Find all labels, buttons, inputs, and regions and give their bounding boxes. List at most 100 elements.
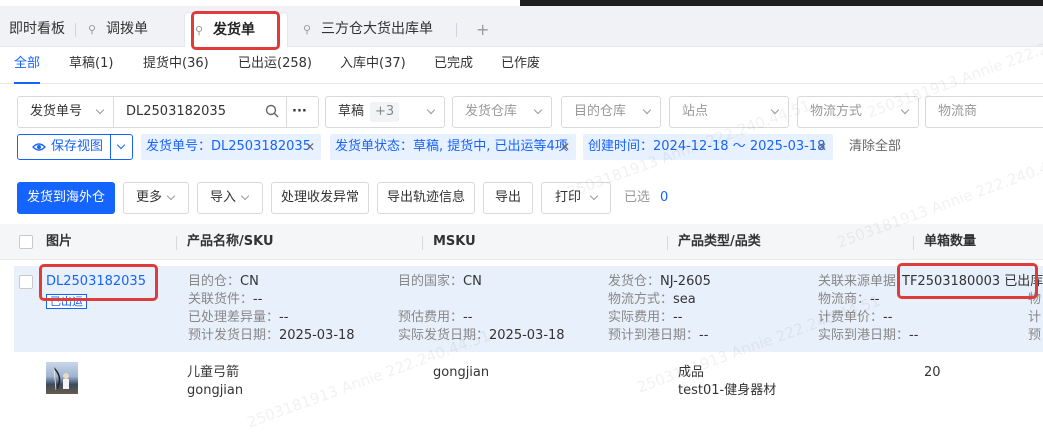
- status-tab-draft[interactable]: 草稿(1): [69, 48, 113, 84]
- product-msku: gongjian: [433, 365, 490, 380]
- chevron-down-icon[interactable]: [95, 105, 105, 115]
- chevron-down-icon: [589, 191, 599, 201]
- pin-icon[interactable]: ⚲: [88, 12, 102, 47]
- more-actions-button[interactable]: 更多: [123, 182, 189, 214]
- actual-fee-field: 实际费用：--: [608, 309, 682, 326]
- filter-chip-status: 发货单状态：草稿, 提货中, 已出运等4项 ✕: [330, 134, 576, 160]
- field-label: 目的国家：: [398, 274, 464, 289]
- more-options-button[interactable]: ···: [292, 97, 307, 127]
- save-view-button[interactable]: 保存视图: [17, 134, 133, 160]
- logistics-method-field: 物流方式：sea: [608, 291, 696, 308]
- search-group: 发货单号 DL2503182035 ···: [17, 96, 319, 128]
- field-value: 2025-03-18: [489, 328, 565, 343]
- handle-exception-button[interactable]: 处理收发异常: [271, 182, 369, 214]
- tab-divider: [456, 23, 457, 37]
- status-tab-shipped[interactable]: 已出运(258): [238, 48, 312, 84]
- source-doc-field: 关联来源单据：: [818, 273, 909, 290]
- field-value: --: [883, 310, 893, 325]
- field-value: CN: [463, 274, 482, 289]
- status-more-badge: +3: [370, 102, 400, 122]
- pin-icon[interactable]: ⚲: [303, 12, 317, 47]
- tab-dashboard[interactable]: 即时看板: [9, 12, 65, 47]
- field-label: 发货仓：: [608, 274, 661, 289]
- search-type-select[interactable]: 发货单号: [30, 97, 82, 127]
- search-input[interactable]: DL2503182035: [126, 97, 226, 127]
- tab-transfer-order[interactable]: ⚲ 调拨单: [88, 12, 148, 47]
- logistics-provider-placeholder: 物流商: [938, 104, 978, 119]
- status-tab-completed[interactable]: 已完成: [434, 48, 473, 84]
- table-header: 图片 产品名称/SKU MSKU 产品类型/品类 单箱数量: [0, 224, 1043, 260]
- chevron-down-icon: [900, 105, 910, 115]
- select-all-checkbox[interactable]: [19, 235, 33, 249]
- highlight-box-source-doc: [897, 263, 1038, 299]
- search-icon[interactable]: [265, 104, 279, 122]
- field-value: --: [253, 292, 263, 307]
- product-sku: gongjian: [187, 383, 244, 398]
- print-label: 打印: [555, 190, 582, 205]
- close-icon[interactable]: ✕: [560, 134, 570, 160]
- column-divider: [913, 236, 914, 250]
- chevron-down-icon: [240, 191, 250, 201]
- status-tabs: 全部 草稿(1) 提货中(36) 已出运(258) 入库中(37) 已完成 已作…: [0, 48, 1043, 84]
- field-label: 预估费用：: [398, 310, 464, 325]
- divider: [110, 135, 111, 159]
- close-icon[interactable]: ✕: [305, 134, 315, 160]
- column-header-qty: 单箱数量: [924, 234, 977, 249]
- unit-price-field: 计费单价：--: [818, 309, 892, 326]
- logistics-method-placeholder: 物流方式: [810, 104, 863, 119]
- filter-chip-order-no: 发货单号：DL2503182035 ✕: [141, 134, 321, 160]
- export-button[interactable]: 导出: [483, 182, 533, 214]
- close-icon[interactable]: ✕: [817, 134, 827, 160]
- tab-divider: [75, 23, 76, 37]
- status-tab-all[interactable]: 全部: [14, 48, 41, 84]
- status-tab-voided[interactable]: 已作废: [501, 48, 540, 84]
- ship-to-overseas-button[interactable]: 发货到海外仓: [17, 182, 115, 214]
- logistics-method-filter[interactable]: 物流方式: [797, 96, 919, 128]
- field-value: NJ-2605: [660, 274, 711, 289]
- field-label: 目的仓：: [188, 274, 241, 289]
- more-label: 更多: [136, 190, 163, 205]
- ship-warehouse-filter[interactable]: 发货仓库: [452, 96, 552, 128]
- est-ship-date-field: 预计发货日期：2025-03-18: [188, 327, 355, 344]
- field-label: 实际到港日期：: [818, 328, 910, 343]
- product-name: 儿童弓箭: [187, 365, 240, 380]
- import-button[interactable]: 导入: [197, 182, 263, 214]
- field-value: CN: [240, 274, 259, 289]
- selected-count-value: 0: [660, 190, 669, 205]
- est-port-date-field: 预计到港日期：--: [608, 327, 708, 344]
- save-view-label: 保存视图: [51, 139, 104, 154]
- row-checkbox[interactable]: [19, 275, 33, 289]
- eye-icon: [32, 140, 46, 158]
- dest-warehouse-placeholder: 目的仓库: [574, 104, 627, 119]
- dest-warehouse-filter[interactable]: 目的仓库: [561, 96, 661, 128]
- site-placeholder: 站点: [682, 104, 709, 119]
- print-button[interactable]: 打印: [541, 182, 611, 214]
- field-value: --: [870, 292, 880, 307]
- status-tab-picking[interactable]: 提货中(36): [143, 48, 209, 84]
- site-filter[interactable]: 站点: [669, 96, 789, 128]
- chip-label: 创建时间：2024-12-18 ～ 2025-03-18: [588, 139, 826, 154]
- column-header-type: 产品类型/品类: [678, 234, 761, 249]
- chevron-down-icon[interactable]: [116, 140, 126, 150]
- status-tab-inbound[interactable]: 入库中(37): [340, 48, 406, 84]
- tab-3pl-outbound[interactable]: ⚲ 三方仓大货出库单: [303, 12, 433, 47]
- field-label: 计费单价：: [818, 310, 884, 325]
- import-label: 导入: [210, 190, 237, 205]
- selected-label: 已选: [624, 190, 651, 205]
- status-filter[interactable]: 草稿 +3: [325, 96, 445, 128]
- ship-warehouse-placeholder: 发货仓库: [465, 104, 518, 119]
- product-thumbnail[interactable]: [46, 362, 78, 394]
- field-label: 物流方式：: [608, 292, 674, 307]
- chevron-down-icon: [642, 105, 652, 115]
- add-tab-button[interactable]: +: [476, 12, 489, 47]
- clear-all-link[interactable]: 清除全部: [849, 134, 901, 160]
- highlight-box-tab: [191, 11, 280, 50]
- field-value: --: [699, 328, 709, 343]
- export-track-button[interactable]: 导出轨迹信息: [377, 182, 475, 214]
- field-label: 预计发货日期：: [188, 328, 280, 343]
- field-value: --: [279, 310, 289, 325]
- highlight-box-order: [39, 264, 158, 301]
- logistics-provider-filter[interactable]: 物流商: [925, 96, 1043, 128]
- chevron-down-icon: [533, 105, 543, 115]
- logistics-provider-field: 物流商：--: [818, 291, 879, 308]
